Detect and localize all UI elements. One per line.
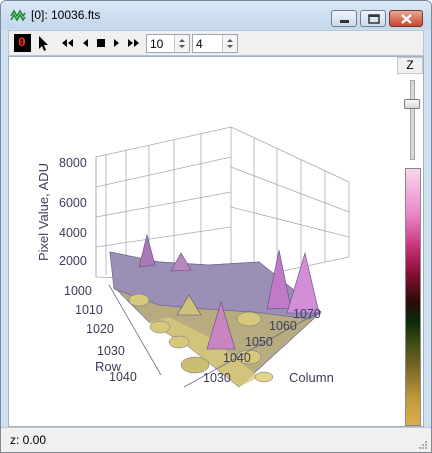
- step-forward-icon: [114, 39, 119, 47]
- minimize-icon: [340, 20, 349, 23]
- step-back-icon: [83, 39, 88, 47]
- z-axis-title: Pixel Value, ADU: [36, 163, 51, 261]
- col-tick-label: 1040: [223, 351, 251, 365]
- z-tick-label: 2000: [59, 254, 87, 268]
- step-size-value: 4: [196, 37, 203, 51]
- peak: [286, 251, 320, 314]
- minimize-button[interactable]: [331, 10, 357, 27]
- z-tick-label: 8000: [59, 156, 87, 170]
- maximize-button[interactable]: [360, 10, 386, 27]
- colormap-bar: [405, 168, 421, 426]
- bump: [236, 311, 262, 327]
- bump: [149, 320, 171, 334]
- z-scale-slider-thumb[interactable]: [404, 99, 420, 109]
- bump: [128, 293, 150, 307]
- col-tick-label: 1070: [293, 307, 321, 321]
- z-axis-button[interactable]: Z: [397, 57, 423, 74]
- z-scale-slider-track[interactable]: [410, 80, 415, 160]
- z-tick-label: 6000: [59, 196, 87, 210]
- spin-updown-icon: [179, 39, 185, 48]
- spin-updown-icon: [227, 39, 233, 48]
- peak: [138, 233, 156, 268]
- stop-icon: [97, 39, 105, 47]
- maximize-icon: [368, 14, 380, 24]
- step-back-button[interactable]: [78, 34, 92, 52]
- plot-area[interactable]: 8000 6000 4000 2000 Pixel Value, ADU 100…: [8, 56, 424, 427]
- rewind-icon: [62, 39, 73, 47]
- close-button[interactable]: [389, 10, 423, 27]
- row-tick-label: 1000: [64, 284, 92, 298]
- grid-line: [95, 156, 232, 188]
- title-bar[interactable]: [0]: 10036.fts: [1, 1, 431, 29]
- cursor-arrow-icon: [39, 36, 48, 51]
- col-axis-title: Column: [289, 370, 334, 385]
- row-axis-title: Row: [95, 359, 122, 374]
- col-tick-label: 1030: [203, 371, 231, 385]
- step-spin-arrows[interactable]: [222, 35, 237, 52]
- pointer-button[interactable]: [35, 34, 51, 52]
- frame-number-value: 10: [150, 37, 164, 51]
- grid-line: [95, 226, 232, 248]
- surface-mesh: [109, 233, 322, 388]
- bump: [254, 371, 274, 383]
- status-z-value: z: 0.00: [10, 433, 47, 447]
- close-icon: [401, 14, 412, 24]
- surface-plot[interactable]: 8000 6000 4000 2000 Pixel Value, ADU 100…: [9, 57, 399, 426]
- col-tick-label: 1050: [245, 335, 273, 349]
- bump: [168, 335, 190, 349]
- rewind-button[interactable]: [59, 34, 75, 52]
- z-tick-label: 4000: [59, 226, 87, 240]
- stop-button[interactable]: [94, 34, 108, 52]
- fast-forward-button[interactable]: [126, 34, 142, 52]
- frame-number-spinbox[interactable]: 10: [146, 34, 190, 53]
- row-tick-label: 1030: [97, 344, 125, 358]
- resize-grip-icon[interactable]: [418, 440, 428, 450]
- frame-indicator: 0: [14, 34, 31, 52]
- window-title: [0]: 10036.fts: [31, 8, 101, 22]
- row-tick-label: 1020: [86, 322, 114, 336]
- frame-indicator-digit: 0: [18, 35, 26, 50]
- status-bar: z: 0.00: [1, 427, 431, 452]
- row-tick-label: 1010: [75, 303, 103, 317]
- frame-spin-arrows[interactable]: [174, 35, 189, 52]
- image-window: [0]: 10036.fts 0 10 4 8000 6000 4000 200…: [0, 0, 432, 453]
- grid-line: [95, 191, 232, 218]
- chart-app-icon: [10, 7, 26, 23]
- step-forward-button[interactable]: [110, 34, 124, 52]
- col-tick-label: 1060: [269, 319, 297, 333]
- grid-line: [230, 206, 350, 238]
- step-size-spinbox[interactable]: 4: [192, 34, 238, 53]
- playback-toolbar: 0 10 4: [8, 30, 424, 56]
- fast-forward-icon: [128, 39, 139, 47]
